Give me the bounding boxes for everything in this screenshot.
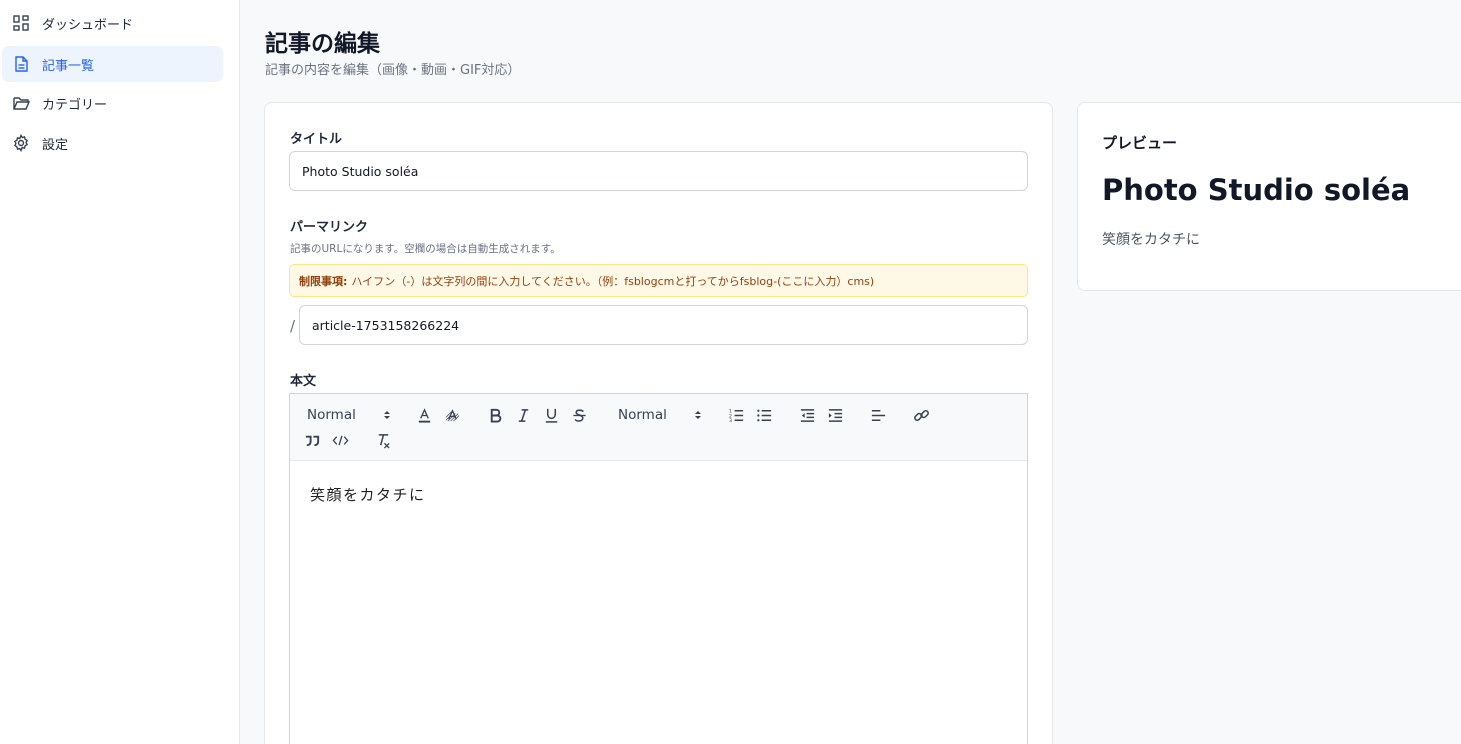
sidebar-item-label: 設定 <box>42 137 69 153</box>
gear-icon <box>13 134 29 152</box>
ordered-list-icon: 123 <box>728 408 743 424</box>
page-subtitle: 記事の内容を編集（画像・動画・GIF対応） <box>265 63 521 78</box>
ordered-list-button[interactable]: 123 <box>726 405 746 425</box>
bullet-list-button[interactable] <box>754 405 774 425</box>
sidebar-item-label: 記事一覧 <box>42 58 95 74</box>
bullet-list-icon <box>756 409 771 421</box>
bold-icon <box>490 408 501 422</box>
title-label: タイトル <box>290 132 343 147</box>
sidebar-item-categories[interactable]: カテゴリー <box>2 85 223 121</box>
preview-title: Photo Studio soléa <box>1102 173 1411 207</box>
text-color-button[interactable] <box>414 405 434 425</box>
outdent-button[interactable] <box>797 405 817 425</box>
clear-format-icon <box>378 433 390 449</box>
sidebar-item-label: ダッシュボード <box>42 17 134 33</box>
text-color-icon <box>418 407 430 423</box>
permalink-input[interactable] <box>299 305 1028 345</box>
sidebar-item-settings[interactable]: 設定 <box>2 125 223 161</box>
preview-card: プレビュー Photo Studio soléa 笑顔をカタチに <box>1077 102 1461 291</box>
blockquote-button[interactable] <box>302 430 322 450</box>
size-select[interactable]: Normal <box>618 405 702 425</box>
bold-button[interactable] <box>485 405 505 425</box>
italic-icon <box>518 408 528 422</box>
italic-button[interactable] <box>513 405 533 425</box>
link-icon <box>913 409 929 421</box>
editor-toolbar: Normal Normal 1 2 3 <box>290 394 1027 461</box>
strike-button[interactable] <box>569 405 589 425</box>
notice-text: ハイフン（-）は文字列の間に入力してください。（例：fsblogcmと打ってから… <box>351 274 875 288</box>
align-button[interactable] <box>868 405 888 425</box>
align-left-icon <box>871 409 885 421</box>
sidebar: ダッシュボード 記事一覧 カテゴリー 設定 <box>0 0 240 744</box>
outdent-icon <box>800 408 814 422</box>
page-title: 記事の編集 <box>265 31 380 57</box>
underline-icon <box>545 408 557 423</box>
document-icon <box>15 56 28 72</box>
rich-text-editor: Normal Normal 1 2 3 笑顔をカタチに <box>289 393 1028 744</box>
highlight-icon <box>445 408 459 421</box>
background-color-button[interactable] <box>442 405 462 425</box>
code-button[interactable] <box>330 430 350 450</box>
indent-button[interactable] <box>825 405 845 425</box>
heading-select-value: Normal <box>307 407 356 423</box>
select-caret-icon <box>695 411 701 419</box>
link-button[interactable] <box>911 405 931 425</box>
permalink-prefix: / <box>290 317 296 335</box>
dashboard-icon <box>13 15 29 31</box>
sidebar-item-articles[interactable]: 記事一覧 <box>2 46 223 82</box>
select-caret-icon <box>384 411 390 419</box>
sidebar-item-label: カテゴリー <box>42 97 108 113</box>
svg-text:3: 3 <box>728 418 731 424</box>
permalink-hint: 記事のURLになります。空欄の場合は自動生成されます。 <box>290 243 561 255</box>
preview-body: 笑顔をカタチに <box>1102 232 1200 248</box>
indent-icon <box>828 408 842 422</box>
clear-format-button[interactable] <box>373 430 393 450</box>
preview-label: プレビュー <box>1102 134 1178 152</box>
restriction-notice: 制限事項: ハイフン（-）は文字列の間に入力してください。（例：fsblogcm… <box>289 264 1028 297</box>
editor-content[interactable]: 笑顔をカタチに <box>310 484 426 505</box>
heading-select[interactable]: Normal <box>307 405 391 425</box>
title-input[interactable] <box>289 151 1028 191</box>
sidebar-item-dashboard[interactable]: ダッシュボード <box>2 5 223 41</box>
quote-icon <box>305 435 319 446</box>
code-icon <box>332 435 348 445</box>
size-select-value: Normal <box>618 407 667 423</box>
notice-strong: 制限事項: <box>299 274 348 288</box>
editor-card: タイトル パーマリンク 記事のURLになります。空欄の場合は自動生成されます。 … <box>264 102 1053 744</box>
body-label: 本文 <box>290 374 317 389</box>
underline-button[interactable] <box>541 405 561 425</box>
folder-icon <box>13 97 30 110</box>
strikethrough-icon <box>572 408 586 422</box>
permalink-label: パーマリンク <box>290 220 369 235</box>
